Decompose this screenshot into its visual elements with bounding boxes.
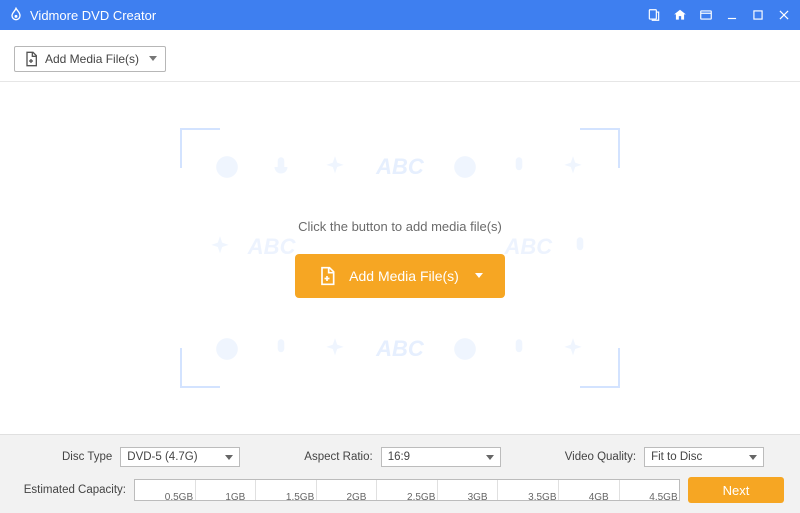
watermark-text: ABC [505, 234, 553, 260]
chevron-down-icon [749, 455, 757, 460]
mic-icon [268, 154, 294, 180]
chevron-down-icon [475, 273, 483, 278]
reel-icon [452, 154, 478, 180]
add-media-label: Add Media File(s) [45, 52, 139, 66]
estimated-capacity-label: Estimated Capacity: [16, 484, 126, 496]
reel-icon [452, 336, 478, 362]
watermark-text: ABC [376, 154, 424, 180]
capacity-tick: 3.5GB [498, 480, 559, 500]
chevron-down-icon [486, 455, 494, 460]
sparkle-icon [322, 336, 348, 362]
drop-prompt: Click the button to add media file(s) [298, 219, 502, 234]
titlebar-actions [646, 7, 792, 23]
register-icon[interactable] [646, 7, 662, 23]
reel-icon [214, 154, 240, 180]
disc-type-label: Disc Type [62, 451, 112, 463]
video-quality-select[interactable]: Fit to Disc [644, 447, 764, 467]
aspect-ratio-label: Aspect Ratio: [304, 451, 372, 463]
mic-icon [506, 154, 532, 180]
capacity-bar: 0.5GB1GB1.5GB2GB2.5GB3GB3.5GB4GB4.5GB [134, 479, 680, 501]
app-title: Vidmore DVD Creator [30, 8, 156, 23]
aspect-ratio-value: 16:9 [388, 451, 410, 463]
reel-icon [214, 336, 240, 362]
sparkle-icon [322, 154, 348, 180]
add-media-main-button[interactable]: Add Media File(s) [295, 254, 505, 298]
menu-icon[interactable] [698, 7, 714, 23]
watermark-text: ABC [376, 336, 424, 362]
add-media-button[interactable]: Add Media File(s) [14, 46, 166, 72]
home-icon[interactable] [672, 7, 688, 23]
watermark-row: ABC [200, 336, 600, 362]
chevron-down-icon [149, 56, 157, 61]
toolbar: Add Media File(s) [0, 36, 800, 82]
capacity-row: Estimated Capacity: 0.5GB1GB1.5GB2GB2.5G… [16, 477, 784, 503]
disc-type-select[interactable]: DVD-5 (4.7G) [120, 447, 240, 467]
capacity-tick: 1GB [196, 480, 257, 500]
mic-icon [268, 336, 294, 362]
watermark-text: ABC [248, 234, 296, 260]
app-logo: Vidmore DVD Creator [8, 7, 156, 23]
mic-icon [506, 336, 532, 362]
mic-icon [567, 234, 593, 260]
settings-row: Disc Type DVD-5 (4.7G) Aspect Ratio: 16:… [16, 447, 784, 467]
app-window: Vidmore DVD Creator Add Media File(s) [0, 0, 800, 513]
capacity-tick: 2GB [317, 480, 378, 500]
title-bar: Vidmore DVD Creator [0, 0, 800, 30]
capacity-tick-label: 4.5GB [649, 492, 693, 503]
aspect-ratio-select[interactable]: 16:9 [381, 447, 501, 467]
video-quality-label: Video Quality: [565, 451, 636, 463]
flame-icon [8, 7, 24, 23]
chevron-down-icon [225, 455, 233, 460]
sparkle-icon [560, 154, 586, 180]
sparkle-icon [207, 234, 233, 260]
capacity-tick: 3GB [438, 480, 499, 500]
capacity-tick: 1.5GB [256, 480, 317, 500]
capacity-tick: 2.5GB [377, 480, 438, 500]
main-area: ABC ABC ABC ABC Click the [0, 82, 800, 434]
capacity-tick: 4.5GB [620, 480, 680, 500]
sparkle-icon [560, 336, 586, 362]
drop-area[interactable]: ABC ABC ABC ABC Click the [200, 148, 600, 368]
capacity-tick: 0.5GB [135, 480, 196, 500]
file-add-icon [317, 266, 337, 286]
capacity-tick: 4GB [559, 480, 620, 500]
add-media-main-label: Add Media File(s) [349, 268, 459, 284]
file-add-icon [23, 51, 39, 67]
video-quality-value: Fit to Disc [651, 451, 702, 463]
close-icon[interactable] [776, 7, 792, 23]
bottom-panel: Disc Type DVD-5 (4.7G) Aspect Ratio: 16:… [0, 434, 800, 513]
disc-type-value: DVD-5 (4.7G) [127, 451, 197, 463]
minimize-icon[interactable] [724, 7, 740, 23]
next-button[interactable]: Next [688, 477, 784, 503]
maximize-icon[interactable] [750, 7, 766, 23]
watermark-row: ABC [200, 154, 600, 180]
